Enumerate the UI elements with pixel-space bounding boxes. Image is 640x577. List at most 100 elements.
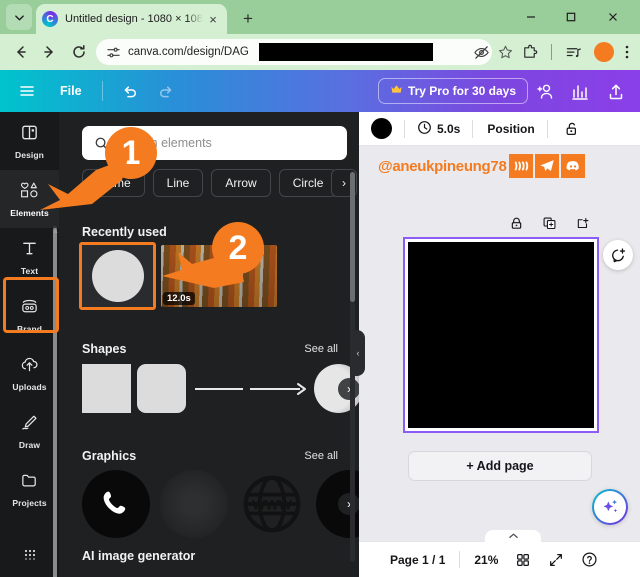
kebab-menu-icon[interactable] [616,41,638,63]
graphics-see-all-link[interactable]: See all [304,450,338,462]
steemit-icon [508,154,533,178]
share-upload-icon[interactable] [604,80,628,104]
shape-rounded-square[interactable] [137,364,186,413]
graphics-title: Graphics [82,449,137,463]
timeline-expand-button[interactable] [485,530,541,544]
left-sidebar-rail: Design Elements Text Brand Uploads Draw … [0,112,59,577]
sidebar-item-projects[interactable]: Projects [0,460,59,518]
shapes-title: Shapes [82,342,127,356]
sidebar-item-design[interactable]: Design [0,112,59,170]
file-menu-button[interactable]: File [60,84,82,98]
duration-label: 5.0s [437,121,461,136]
crown-icon [390,83,403,99]
ai-image-generator-title: AI image generator [82,549,196,563]
annotation-badge-1: 1 [105,127,157,179]
toolbar-divider [551,44,552,60]
reload-button[interactable] [68,41,90,63]
toolbar-divider [546,119,548,138]
panel-scrollbar-thumb[interactable] [350,172,355,302]
brand-watermark-bar: @aneukpineung78 [359,150,640,182]
video-duration-badge: 12.0s [163,292,195,305]
graphics-next-button[interactable]: › [338,493,359,515]
tab-search-button[interactable] [6,4,32,30]
color-swatch-button[interactable] [371,118,392,139]
collapse-panel-button[interactable]: ‹ [351,330,365,376]
grid-view-icon[interactable] [515,552,531,568]
new-tab-button[interactable]: + [236,7,260,31]
chip-arrow[interactable]: Arrow [211,169,271,197]
shapes-see-all-link[interactable]: See all [304,343,338,355]
sidebar-item-draw[interactable]: Draw [0,402,59,460]
sidebar-item-elements[interactable]: Elements [0,170,59,228]
window-minimize-button[interactable] [516,5,546,29]
add-to-page-icon[interactable] [575,216,590,236]
shape-square[interactable] [82,364,131,413]
page-indicator[interactable]: Page 1 / 1 [390,553,445,567]
magic-sparkle-icon[interactable] [592,489,628,525]
chevron-up-icon [508,532,519,542]
redacted-url-bar [259,43,433,61]
telegram-icon [534,154,559,178]
window-maximize-button[interactable] [556,5,586,29]
expand-icon[interactable] [548,552,564,568]
sidebar-item-label: Draw [18,439,41,450]
zoom-level[interactable]: 21% [474,553,498,567]
text-icon [20,239,39,263]
rail-scrollbar-thumb[interactable] [53,228,57,577]
duration-button[interactable]: 5.0s [417,120,460,138]
add-comment-icon[interactable] [603,240,633,270]
redo-icon[interactable] [155,80,177,102]
object-floating-toolbar [509,216,590,236]
eye-slash-icon[interactable] [470,41,492,63]
shapes-next-button[interactable]: › [338,378,359,400]
rail-scroll-up-icon[interactable]: ▲ [52,228,59,235]
sidebar-item-text[interactable]: Text [0,228,59,286]
design-icon [20,123,39,147]
chip-circle[interactable]: Circle [278,169,338,197]
sidebar-item-uploads[interactable]: Uploads [0,344,59,402]
insights-chart-icon[interactable] [568,80,592,104]
try-pro-button[interactable]: Try Pro for 30 days [377,78,528,104]
selected-page-frame[interactable] [403,237,599,433]
rail-scrollbar[interactable] [53,226,57,577]
add-page-button[interactable]: + Add page [408,451,592,481]
shape-arrow[interactable] [250,382,308,396]
draw-icon [20,413,39,437]
annotation-badge-2: 2 [212,222,264,274]
bottom-status-bar: Page 1 / 1 21% [359,530,640,577]
add-collaborator-icon[interactable] [533,80,557,104]
window-close-button[interactable] [598,5,628,29]
help-icon[interactable] [581,551,598,568]
tab-close-button[interactable]: × [205,11,221,27]
duplicate-icon[interactable] [542,216,557,236]
undo-icon[interactable] [119,80,141,102]
page-black-fill[interactable] [408,242,594,428]
media-list-icon[interactable] [562,41,584,63]
graphic-faint-circle[interactable] [160,470,228,538]
browser-toolbar: canva.com/design/DAG [0,34,640,70]
graphic-phone-handset[interactable] [82,470,150,538]
uploads-icon [20,355,39,379]
shape-line[interactable] [195,388,243,390]
chevron-right-icon: › [342,176,346,190]
canva-top-bar: File Try Pro for 30 days [0,70,640,112]
page-settings-icon[interactable] [104,45,122,60]
extensions-icon[interactable] [518,41,540,63]
chip-line[interactable]: Line [152,169,204,197]
back-button[interactable] [10,41,32,63]
unlock-icon[interactable] [564,121,580,137]
sidebar-item-label: Text [20,265,39,276]
sidebar-item-label: Design [15,149,44,160]
brand-handle-text: @aneukpineung78 [378,157,507,175]
profile-avatar[interactable] [594,42,614,62]
lock-icon[interactable] [509,216,524,236]
star-icon[interactable] [494,41,516,63]
position-button[interactable]: Position [487,122,534,136]
browser-tab[interactable]: C Untitled design - 1080 × 1080p × [36,4,227,34]
forward-button[interactable] [38,41,60,63]
address-bar[interactable]: canva.com/design/DAG [96,39,492,65]
apps-grid-icon[interactable] [0,535,59,575]
hamburger-menu-icon[interactable] [16,80,38,102]
sidebar-item-brand[interactable]: Brand [0,286,59,344]
graphic-www-globe[interactable]: WWW [238,470,306,538]
